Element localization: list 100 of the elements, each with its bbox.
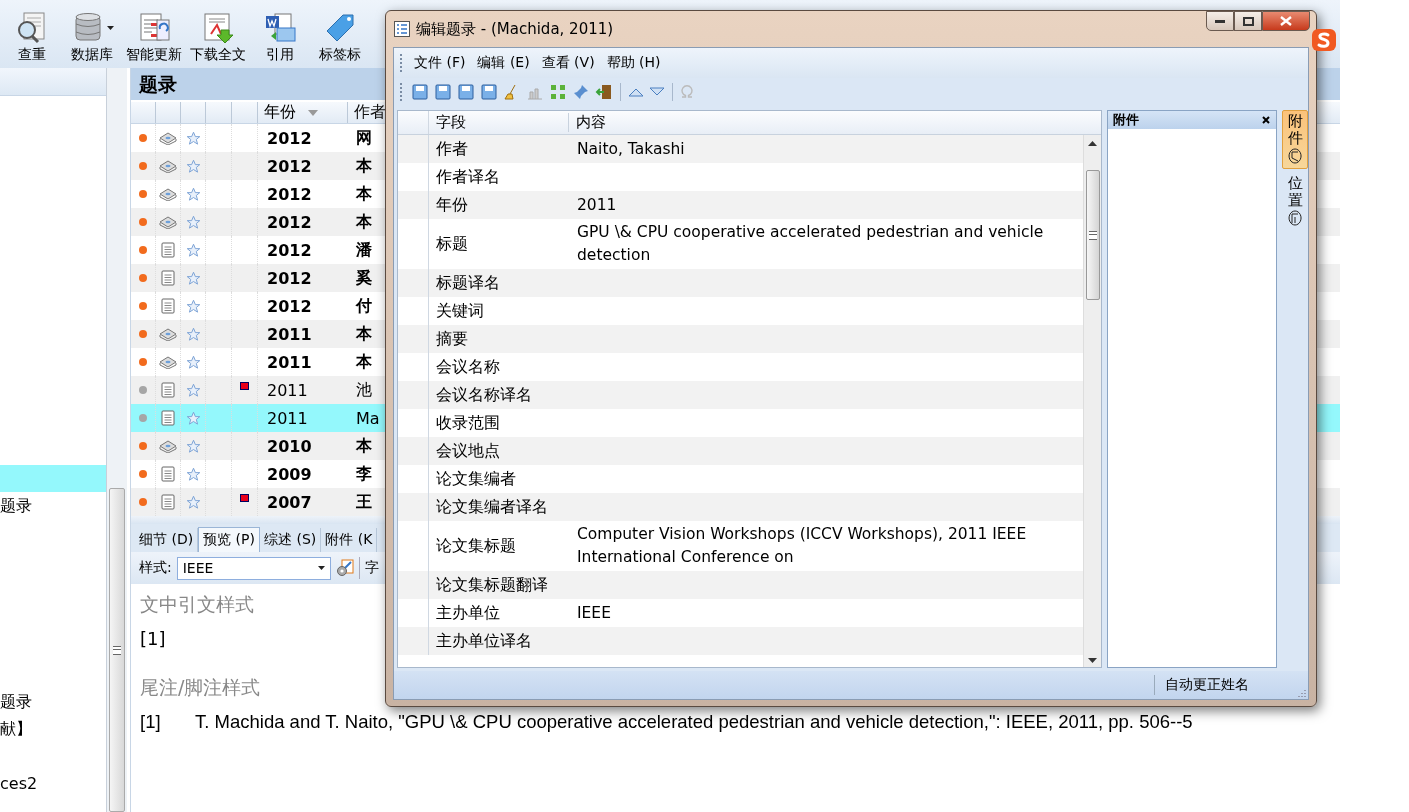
tree-item[interactable]: 献】 (0, 715, 106, 742)
star-icon[interactable] (185, 214, 201, 230)
sort-arrow-icon (308, 109, 318, 116)
column-heading[interactable]: 字段 (429, 113, 569, 132)
star-icon[interactable] (185, 158, 201, 174)
save-icon[interactable] (434, 83, 452, 101)
author-cell-text: 王 (355, 491, 372, 513)
document-icon (161, 494, 175, 510)
toolbar-button[interactable]: 引用 (252, 12, 308, 64)
move-down-icon[interactable] (649, 87, 665, 97)
author-cell-text: 网 (355, 127, 372, 149)
year-cell-text: 2011 (266, 324, 313, 344)
gear-edit-icon[interactable] (335, 559, 354, 577)
field-name: 论文集标题翻译 (435, 574, 549, 596)
maximize-button[interactable] (1234, 11, 1262, 31)
close-button[interactable] (1262, 11, 1310, 31)
panel-tab[interactable]: 预览 (P) (198, 527, 260, 552)
close-icon (1280, 16, 1292, 26)
author-cell-text: 奚 (355, 267, 372, 289)
book-icon (159, 187, 177, 201)
star-icon[interactable] (185, 438, 201, 454)
list-icon (394, 21, 410, 37)
word-document-icon (263, 12, 297, 44)
year-cell-text: 2012 (266, 240, 313, 260)
column-heading[interactable]: 内容 (569, 113, 606, 132)
year-cell-text: 2012 (266, 156, 313, 176)
tree-item[interactable]: 题录 (0, 492, 106, 519)
document-icon (161, 298, 175, 314)
author-cell-text: 潘 (355, 239, 372, 261)
star-icon[interactable] (185, 354, 201, 370)
star-icon[interactable] (185, 382, 201, 398)
column-heading[interactable]: 作者 (348, 102, 386, 123)
column-heading[interactable]: 年份 (258, 102, 348, 123)
year-cell-text: 2012 (266, 296, 313, 316)
window-title: 编辑题录 - (Machida, 2011) (416, 19, 614, 39)
star-icon[interactable] (185, 326, 201, 342)
field-value[interactable]: GPU \& CPU cooperative accelerated pedestrian and vehicle detection (577, 221, 1074, 267)
toolbar-button[interactable]: 标签标 (312, 12, 368, 64)
field-value[interactable]: Naito, Takashi (577, 137, 1074, 161)
book-icon (159, 439, 177, 453)
omega-icon[interactable] (680, 85, 694, 99)
star-icon[interactable] (185, 410, 201, 426)
year-cell-text: 2012 (266, 212, 313, 232)
section-heading: 文中引文样式 (140, 592, 254, 617)
field-name: 摘要 (435, 328, 469, 350)
field-value[interactable]: 2011 (577, 193, 1074, 217)
year-cell-text: 2011 (266, 380, 309, 400)
side-tab[interactable]: 位置 (1282, 173, 1308, 230)
author-cell-text: 本 (355, 183, 372, 205)
field-name: 作者 (435, 138, 469, 160)
scrollbar-thumb[interactable] (1085, 170, 1100, 300)
tree-item[interactable]: 题录 (0, 688, 106, 715)
book-icon (159, 131, 177, 145)
close-icon[interactable] (1262, 116, 1271, 124)
field-name: 收录范围 (435, 412, 501, 434)
panel-title: 附件 (1113, 111, 1140, 129)
book-icon (159, 215, 177, 229)
star-icon[interactable] (185, 494, 201, 510)
field-name: 会议地点 (435, 440, 501, 462)
star-icon[interactable] (185, 130, 201, 146)
author-cell-text: 李 (355, 463, 372, 485)
scrollbar[interactable] (1083, 135, 1102, 667)
year-cell-text: 2009 (266, 464, 313, 484)
document-icon (161, 410, 175, 426)
star-icon[interactable] (185, 242, 201, 258)
star-icon[interactable] (185, 270, 201, 286)
document-icon (161, 466, 175, 482)
star-icon[interactable] (185, 298, 201, 314)
document-icon (161, 242, 175, 258)
minimize-button[interactable] (1206, 11, 1234, 31)
dropdown-caret-icon (106, 26, 114, 30)
style-dropdown[interactable]: IEEE (176, 556, 331, 580)
toolbar-button[interactable]: 智能更新 (124, 12, 184, 64)
exit-door-icon[interactable] (595, 83, 613, 101)
minimize-icon (1215, 19, 1225, 23)
year-cell-text: 2007 (266, 492, 313, 512)
section-heading: 尾注/脚注样式 (140, 675, 261, 700)
field-name: 作者译名 (435, 166, 501, 188)
scrollbar-thumb[interactable] (109, 488, 125, 812)
grid-icon[interactable] (549, 83, 567, 101)
star-icon[interactable] (185, 186, 201, 202)
toolbar-button[interactable]: 数据库 (64, 12, 120, 64)
document-refresh-icon (137, 12, 171, 44)
field-name: 会议名称 (435, 356, 501, 378)
side-tab[interactable]: 附件 (1282, 110, 1308, 169)
field-value[interactable]: Computer Vision Workshops (ICCV Workshops), 2011 IEEE International Conference on (577, 523, 1074, 569)
input-method-logo-icon[interactable] (1311, 28, 1337, 52)
field-name: 论文集编者 (435, 468, 517, 490)
scroll-down-arrow-icon[interactable] (1088, 658, 1098, 663)
author-cell-text: 本 (355, 211, 372, 233)
scroll-up-arrow-icon[interactable] (1088, 141, 1098, 146)
star-icon[interactable] (185, 466, 201, 482)
toolbar-button[interactable]: 下载全文 (188, 12, 248, 64)
move-up-icon[interactable] (628, 87, 644, 97)
tree-item[interactable]: ces2 (0, 770, 106, 797)
citation-text: [1] (140, 628, 166, 649)
toolbar-button[interactable]: 查重 (4, 12, 60, 64)
field-value[interactable]: IEEE (577, 601, 1074, 625)
resize-grip-icon[interactable] (1296, 689, 1306, 699)
scrollbar[interactable] (106, 68, 127, 812)
